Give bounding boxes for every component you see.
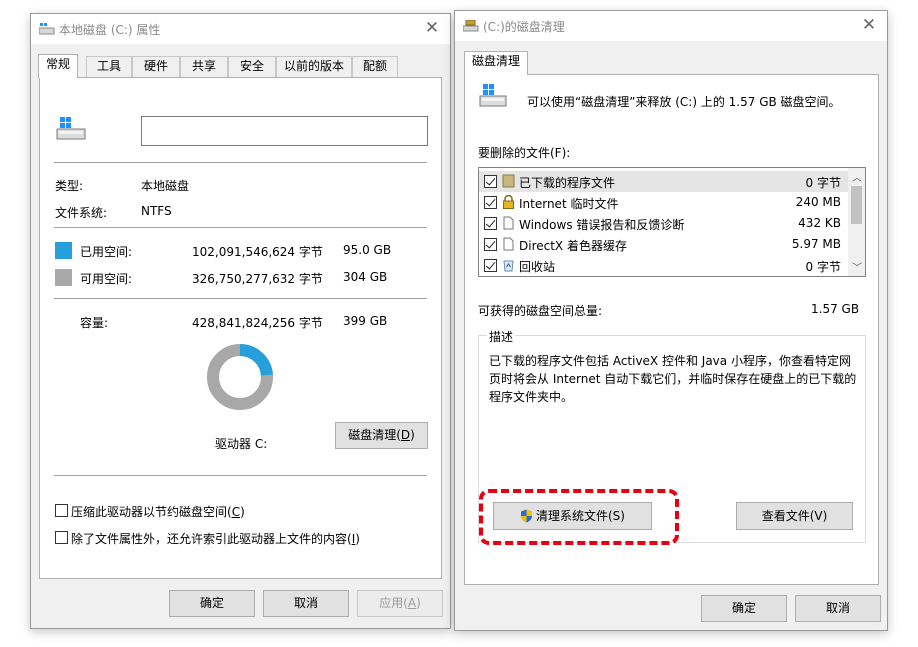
index-label: 除了文件属性外，还允许索引此驱动器上文件的内容(I)	[71, 532, 360, 546]
usage-donut-chart	[207, 344, 273, 410]
file-checkbox[interactable]	[484, 259, 497, 272]
capacity-label: 容量:	[80, 316, 109, 330]
divider	[54, 162, 427, 163]
drive-properties-window: 本地磁盘 (C:) 属性 ✕ 常规 工具 硬件 共享 安全 以前的版本 配额 类…	[30, 13, 451, 629]
description-title: 描述	[487, 328, 516, 345]
used-color-swatch	[55, 242, 72, 259]
divider	[54, 298, 427, 299]
file-checkbox[interactable]	[484, 175, 497, 188]
disk-cleanup-panel: 可以使用“磁盘清理”来释放 (C:) 上的 1.57 GB 磁盘空间。 要删除的…	[464, 74, 879, 585]
free-space-label: 可用空间:	[80, 272, 133, 286]
capacity-bytes: 428,841,824,256 字节	[192, 316, 323, 330]
tab-sharing[interactable]: 共享	[180, 56, 228, 77]
type-label: 类型:	[55, 179, 84, 193]
files-to-delete-label: 要删除的文件(F):	[478, 146, 571, 160]
free-color-swatch	[55, 269, 72, 286]
scroll-down-icon[interactable]: ﹀	[852, 259, 862, 274]
drive-icon	[39, 23, 55, 35]
tab-tools[interactable]: 工具	[86, 56, 132, 77]
highlight-annotation	[479, 489, 679, 545]
compress-label: 压缩此驱动器以节约磁盘空间(C)	[71, 505, 245, 519]
scrollbar-thumb[interactable]	[851, 186, 862, 224]
divider	[54, 475, 427, 476]
free-space-bytes: 326,750,277,632 字节	[192, 272, 323, 286]
ok-button[interactable]: 确定	[169, 590, 255, 617]
disk-cleanup-icon	[463, 20, 479, 32]
file-icon	[503, 237, 514, 251]
type-value: 本地磁盘	[141, 179, 190, 193]
view-files-button[interactable]: 查看文件(V)	[736, 502, 853, 530]
drive-icon	[56, 117, 86, 140]
total-space-value: 1.57 GB	[811, 302, 860, 316]
filesystem-label: 文件系统:	[55, 206, 108, 220]
files-list-scrollbar[interactable]: ︿ ﹀	[848, 168, 865, 276]
list-item[interactable]: 已下载的程序文件 0 字节	[479, 171, 849, 192]
divider	[54, 227, 427, 228]
file-checkbox[interactable]	[484, 238, 497, 251]
used-space-label: 已用空间:	[80, 245, 133, 259]
compress-checkbox[interactable]	[55, 504, 68, 517]
cancel-button[interactable]: 取消	[795, 595, 881, 622]
drive-name-input[interactable]	[141, 116, 428, 146]
tab-previous-versions[interactable]: 以前的版本	[276, 56, 352, 77]
list-item[interactable]: DirectX 着色器缓存 5.97 MB	[479, 234, 849, 255]
files-list[interactable]: 已下载的程序文件 0 字节 Internet 临时文件 240 MB Windo…	[478, 167, 866, 277]
title-bar[interactable]: (C:)的磁盘清理 ✕	[455, 11, 887, 41]
recycle-bin-icon	[503, 260, 514, 272]
used-space-size: 95.0 GB	[343, 243, 392, 257]
free-space-size: 304 GB	[343, 270, 388, 284]
cancel-button[interactable]: 取消	[263, 590, 349, 617]
tab-general[interactable]: 常规	[38, 54, 78, 78]
window-title: 本地磁盘 (C:) 属性	[59, 23, 161, 37]
ok-button[interactable]: 确定	[701, 595, 787, 622]
scroll-up-icon[interactable]: ︿	[852, 169, 862, 184]
description-text: 已下载的程序文件包括 ActiveX 控件和 Java 小程序，你查看特定网页时…	[489, 354, 857, 404]
capacity-size: 399 GB	[343, 314, 388, 328]
list-item[interactable]: 回收站 0 字节	[479, 255, 849, 276]
apply-button[interactable]: 应用(A)	[357, 590, 443, 617]
used-space-bytes: 102,091,546,624 字节	[192, 245, 323, 259]
disk-cleanup-button[interactable]: 磁盘清理(D)	[335, 422, 428, 449]
file-checkbox[interactable]	[484, 217, 497, 230]
tab-quota[interactable]: 配额	[352, 56, 398, 77]
folder-icon	[502, 174, 515, 188]
index-checkbox[interactable]	[55, 531, 68, 544]
filesystem-value: NTFS	[141, 204, 172, 218]
window-title: (C:)的磁盘清理	[483, 20, 565, 34]
header-text: 可以使用“磁盘清理”来释放 (C:) 上的 1.57 GB 磁盘空间。	[527, 95, 841, 109]
disk-cleanup-window: (C:)的磁盘清理 ✕ 磁盘清理 可以使用“磁盘清理”来释放 (C:) 上的 1…	[454, 10, 888, 631]
file-icon	[503, 216, 514, 230]
tab-hardware[interactable]: 硬件	[132, 56, 180, 77]
close-icon[interactable]: ✕	[422, 18, 442, 38]
general-panel: 类型: 本地磁盘 文件系统: NTFS 已用空间: 102,091,546,62…	[39, 77, 442, 579]
list-item[interactable]: Internet 临时文件 240 MB	[479, 192, 849, 213]
tab-security[interactable]: 安全	[228, 56, 276, 77]
drive-icon	[479, 84, 507, 107]
total-space-label: 可获得的磁盘空间总量:	[478, 304, 603, 318]
lock-icon	[503, 195, 514, 209]
file-checkbox[interactable]	[484, 196, 497, 209]
list-item[interactable]: Windows 错误报告和反馈诊断 432 KB	[479, 213, 849, 234]
close-icon[interactable]: ✕	[859, 15, 879, 35]
title-bar[interactable]: 本地磁盘 (C:) 属性 ✕	[31, 14, 450, 44]
drive-label: 驱动器 C:	[215, 437, 268, 451]
tab-disk-cleanup[interactable]: 磁盘清理	[464, 51, 528, 75]
